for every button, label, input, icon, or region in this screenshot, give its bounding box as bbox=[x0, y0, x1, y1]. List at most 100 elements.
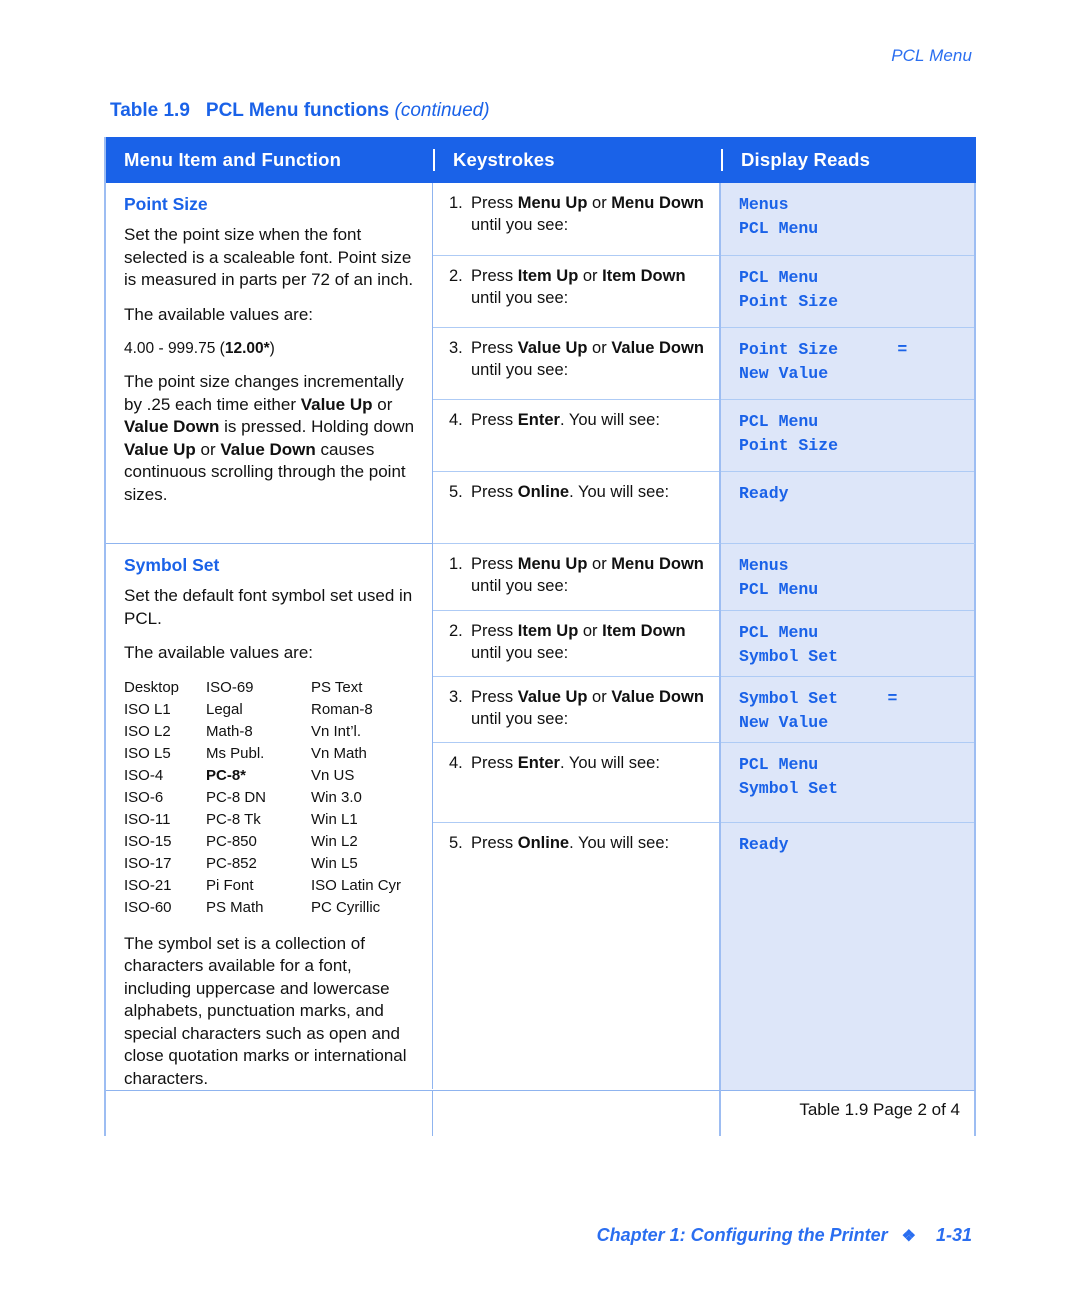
button-name: Value Up bbox=[124, 439, 196, 459]
button-name: Menu Up bbox=[517, 194, 588, 212]
menu-item-description: Set the point size when the font selecte… bbox=[124, 225, 414, 289]
display-read-line: Ready bbox=[739, 835, 789, 854]
keystroke-step: 1. Press Menu Up or Menu Down until you s… bbox=[433, 183, 719, 255]
button-name: Value Up bbox=[300, 394, 373, 414]
button-name: Value Down bbox=[611, 688, 704, 706]
button-name: Value Up bbox=[517, 688, 588, 706]
menu-item-description: Set the default font symbol set used in … bbox=[124, 586, 413, 628]
step-text: Press Item Up or Item Down until you see… bbox=[471, 620, 709, 664]
table-footer-row: Table 1.9 Page 2 of 4 bbox=[106, 1090, 976, 1136]
step-text: Press Enter. You will see: bbox=[471, 752, 709, 774]
step-number: 3. bbox=[449, 688, 463, 706]
text-fragment: or bbox=[587, 194, 612, 212]
display-read-line: Point Size bbox=[739, 436, 839, 455]
display-read-line: PCL Menu bbox=[739, 623, 819, 642]
button-name: Value Down bbox=[611, 339, 704, 357]
symbol-set-value: Vn Int’l. bbox=[311, 722, 362, 740]
keystroke-step: 2. Press Item Up or Item Down until you s… bbox=[433, 610, 719, 676]
text-fragment: or bbox=[195, 439, 221, 459]
display-read-block: Ready bbox=[721, 822, 974, 1090]
symbol-set-value: PS Math bbox=[206, 898, 264, 916]
symbol-set-value: ISO L1 bbox=[124, 700, 171, 718]
display-read-block: PCL Menu Point Size bbox=[721, 255, 974, 327]
display-reads-cell-point-size: Menus PCL Menu PCL Menu Point Size Point Siz… bbox=[721, 183, 976, 543]
table-row: Point Size Set the point size when the f… bbox=[106, 183, 976, 543]
step-number: 3. bbox=[449, 339, 463, 357]
display-read-line: Symbol Set bbox=[739, 647, 839, 666]
text-fragment: . You will see: bbox=[569, 483, 670, 501]
display-read-line: PCL Menu bbox=[739, 412, 819, 431]
keystrokes-cell-symbol-set: 1. Press Menu Up or Menu Down until you s… bbox=[433, 543, 721, 1090]
text-fragment: Press bbox=[471, 483, 518, 501]
page-number: 1-31 bbox=[935, 1225, 972, 1245]
running-head: PCL Menu bbox=[891, 46, 972, 65]
table-row: Symbol Set Set the default font symbol s… bbox=[106, 543, 976, 1090]
diamond-icon: ❖ bbox=[901, 1228, 916, 1245]
button-name: Online bbox=[517, 483, 570, 501]
text-fragment: Press bbox=[471, 339, 518, 357]
symbol-set-value: PC-850 bbox=[206, 832, 257, 850]
text-fragment: or bbox=[372, 394, 393, 414]
symbol-set-value: ISO-6 bbox=[124, 788, 164, 806]
display-read-line: Point Size bbox=[739, 292, 839, 311]
symbol-set-row: ISO-15 PC-850 Win L2 bbox=[124, 831, 411, 853]
keystrokes-cell-point-size: 1. Press Menu Up or Menu Down until you s… bbox=[433, 183, 721, 543]
symbol-set-value: PC-8 Tk bbox=[206, 810, 261, 828]
symbol-set-value: Math-8 bbox=[206, 722, 253, 740]
symbol-set-value: Win L2 bbox=[311, 832, 358, 850]
display-read-line: Menus bbox=[739, 195, 789, 214]
display-read-line: Point Size = bbox=[739, 340, 908, 359]
step-text: Press Value Up or Value Down until you s… bbox=[471, 686, 709, 730]
table-footer-spacer-2 bbox=[433, 1090, 721, 1136]
symbol-set-value: ISO-11 bbox=[124, 810, 171, 828]
button-name: Item Up bbox=[517, 267, 579, 285]
symbol-set-row: ISO-4 PC-8* Vn US bbox=[124, 765, 411, 787]
text-fragment: Press bbox=[471, 622, 518, 640]
symbol-set-value: PC-8* bbox=[206, 766, 247, 784]
text-fragment: Press bbox=[471, 411, 518, 429]
button-name: Online bbox=[517, 834, 570, 852]
symbol-set-value: Win L5 bbox=[311, 854, 358, 872]
available-values-label: The available values are: bbox=[124, 304, 314, 324]
button-name: Enter bbox=[517, 411, 560, 429]
value-range-suffix: ) bbox=[269, 340, 275, 357]
step-number: 5. bbox=[449, 483, 463, 501]
text-fragment: is pressed. Holding down bbox=[219, 417, 415, 436]
menu-item-cell-point-size: Point Size Set the point size when the f… bbox=[106, 183, 433, 543]
symbol-set-row: ISO-6 PC-8 DN Win 3.0 bbox=[124, 787, 411, 809]
display-read-block: PCL Menu Symbol Set bbox=[721, 610, 974, 676]
button-name: Menu Up bbox=[517, 555, 588, 573]
text-fragment: until you see: bbox=[471, 216, 569, 234]
text-fragment: Press bbox=[471, 267, 518, 285]
symbol-set-row: ISO-11 PC-8 Tk Win L1 bbox=[124, 809, 411, 831]
symbol-set-value: Vn Math bbox=[311, 744, 367, 762]
table-page-indicator: Table 1.9 Page 2 of 4 bbox=[721, 1090, 976, 1136]
display-read-line: Symbol Set bbox=[739, 779, 839, 798]
text-fragment: or bbox=[587, 688, 612, 706]
button-name: Menu Down bbox=[611, 555, 704, 573]
point-size-increment-note: The point size changes incrementally by … bbox=[124, 371, 418, 506]
menu-item-cell-symbol-set: Symbol Set Set the default font symbol s… bbox=[106, 543, 433, 1089]
symbol-set-value: Pi Font bbox=[206, 876, 254, 894]
available-values-label: The available values are: bbox=[124, 643, 314, 662]
column-header-display-reads: Display Reads bbox=[721, 149, 976, 171]
display-read-block: Ready bbox=[721, 471, 974, 543]
symbol-set-row: ISO-17 PC-852 Win L5 bbox=[124, 853, 411, 875]
button-name: Item Down bbox=[602, 267, 686, 285]
symbol-set-value: ISO-60 bbox=[124, 898, 172, 916]
button-name: Item Up bbox=[517, 622, 579, 640]
symbol-set-value: ISO-15 bbox=[124, 832, 172, 850]
symbol-set-explanation: The symbol set is a collection of charac… bbox=[124, 933, 407, 1088]
text-fragment: or bbox=[587, 555, 612, 573]
button-name: Value Down bbox=[220, 439, 316, 459]
symbol-set-value: PC-8 DN bbox=[206, 788, 267, 806]
step-number: 4. bbox=[449, 754, 463, 772]
table-caption: Table 1.9 PCL Menu functions (continued) bbox=[110, 100, 490, 122]
display-read-line: PCL Menu bbox=[739, 219, 819, 238]
symbol-set-value: ISO L5 bbox=[124, 744, 171, 762]
symbol-set-row: Desktop ISO-69 PS Text bbox=[124, 677, 411, 699]
text-fragment: . You will see: bbox=[559, 411, 660, 429]
symbol-set-value: PS Text bbox=[311, 678, 363, 696]
text-fragment: . You will see: bbox=[559, 754, 660, 772]
button-name: Menu Down bbox=[611, 194, 704, 212]
